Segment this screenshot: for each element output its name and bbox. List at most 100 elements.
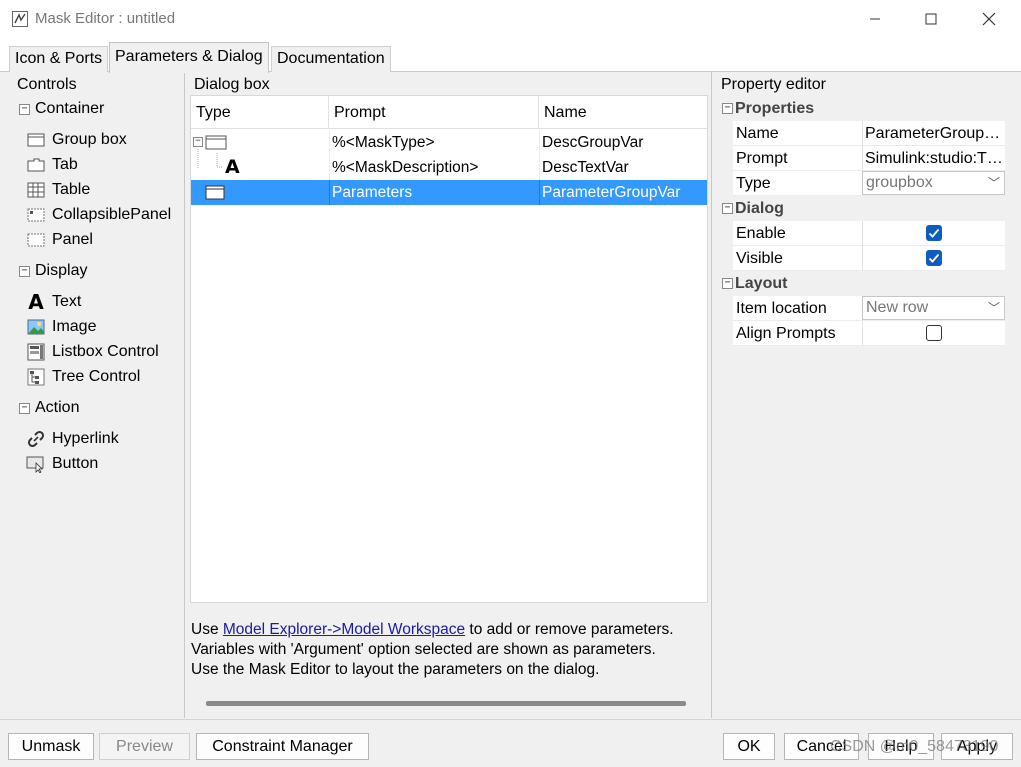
- info-line-2: Variables with 'Argument' option selecte…: [191, 641, 656, 658]
- control-group-box[interactable]: Group box: [26, 127, 127, 152]
- tab-documentation[interactable]: Documentation: [271, 46, 391, 72]
- minimize-button[interactable]: [846, 0, 904, 38]
- property-row-item-location: Item location New row ﹀: [733, 296, 1005, 321]
- tab-parameters-and-dialog[interactable]: Parameters & Dialog: [109, 42, 269, 73]
- control-button[interactable]: Button: [26, 451, 98, 476]
- listbox-icon: [26, 342, 46, 362]
- tab-strip: Icon & Ports Parameters & Dialog Documen…: [0, 38, 1021, 73]
- column-header-type[interactable]: Type: [191, 96, 329, 129]
- control-label: Image: [52, 317, 97, 335]
- hyperlink-icon: [26, 429, 46, 449]
- visible-checkbox-cell: [862, 246, 1005, 271]
- title-bar: Mask Editor : untitled: [0, 0, 1021, 38]
- control-label: Listbox Control: [52, 342, 159, 360]
- dialog-box-title: Dialog box: [194, 76, 270, 93]
- info-line-1-suffix: to add or remove parameters.: [465, 621, 674, 638]
- collapse-display-toggle[interactable]: −: [19, 266, 30, 277]
- collapse-action-toggle[interactable]: −: [19, 403, 30, 414]
- row-prompt: %<MaskDescription>: [329, 155, 539, 180]
- groupbox-icon: [205, 185, 227, 205]
- control-tab[interactable]: Tab: [26, 152, 78, 177]
- property-row-enable: Enable: [733, 221, 1005, 246]
- preview-button[interactable]: Preview: [99, 733, 190, 760]
- control-hyperlink[interactable]: Hyperlink: [26, 426, 119, 451]
- property-prompt-value[interactable]: Simulink:studio:T…: [862, 146, 1005, 171]
- control-image[interactable]: Image: [26, 314, 96, 339]
- property-row-align-prompts: Align Prompts: [733, 321, 1005, 346]
- control-label: Table: [52, 180, 91, 198]
- unmask-button[interactable]: Unmask: [8, 733, 94, 760]
- control-panel[interactable]: Panel: [26, 227, 93, 252]
- tree-icon: [26, 367, 46, 387]
- align-prompts-checkbox-cell: [862, 321, 1005, 346]
- image-icon: [26, 317, 46, 337]
- collapse-layout-toggle[interactable]: −: [722, 278, 733, 289]
- table-icon: [26, 180, 46, 200]
- control-tree[interactable]: Tree Control: [26, 364, 140, 389]
- ok-button[interactable]: OK: [723, 733, 775, 760]
- info-line-3: Use the Mask Editor to layout the parame…: [191, 661, 600, 678]
- control-text[interactable]: A Text: [26, 289, 81, 314]
- control-table[interactable]: Table: [26, 177, 90, 202]
- collapse-dialog-toggle[interactable]: −: [722, 203, 733, 214]
- collapse-row-toggle[interactable]: −: [193, 137, 203, 147]
- align-prompts-checkbox[interactable]: [926, 325, 942, 341]
- column-header-name[interactable]: Name: [539, 96, 707, 129]
- property-visible-label: Visible: [736, 250, 783, 267]
- type-dropdown-value: groupbox: [866, 174, 933, 191]
- property-editor-title: Property editor: [721, 76, 826, 93]
- visible-checkbox[interactable]: [926, 250, 942, 266]
- property-enable-label: Enable: [736, 225, 786, 242]
- groupbox-icon: [26, 130, 46, 150]
- property-name-value[interactable]: ParameterGroup…: [862, 121, 1005, 146]
- info-line-1: Use Model Explorer->Model Workspace to a…: [191, 620, 709, 640]
- model-workspace-link[interactable]: Model Explorer->Model Workspace: [223, 621, 465, 638]
- tab-icon-and-ports[interactable]: Icon & Ports: [9, 46, 109, 72]
- control-listbox[interactable]: Listbox Control: [26, 339, 159, 364]
- control-label: Group box: [52, 130, 127, 148]
- text-icon: A: [225, 156, 240, 178]
- constraint-manager-button[interactable]: Constraint Manager: [196, 733, 369, 760]
- control-label: Panel: [52, 230, 93, 248]
- table-row-selected[interactable]: Parameters ParameterGroupVar: [191, 180, 707, 205]
- dialog-table: Type Prompt Name − %<MaskType> DescGroup…: [190, 95, 708, 603]
- column-header-prompt[interactable]: Prompt: [329, 96, 539, 129]
- controls-title: Controls: [17, 76, 77, 93]
- property-name-label: Name: [736, 125, 779, 142]
- info-line-1-prefix: Use: [191, 621, 223, 638]
- item-location-dropdown[interactable]: New row ﹀: [862, 296, 1005, 320]
- tab-icon: [26, 155, 46, 175]
- item-location-value: New row: [866, 299, 929, 316]
- collapsible-panel-icon: [26, 205, 46, 225]
- enable-checkbox-cell: [862, 221, 1005, 246]
- chevron-down-icon: ﹀: [987, 301, 1000, 315]
- layout-group-label: Layout: [735, 275, 788, 292]
- collapse-container-toggle[interactable]: −: [19, 104, 30, 115]
- horizontal-scrollbar[interactable]: [190, 696, 708, 710]
- control-collapsible-panel[interactable]: CollapsiblePanel: [26, 202, 171, 227]
- action-group-label: Action: [35, 399, 80, 416]
- row-name: DescGroupVar: [539, 130, 707, 155]
- property-prompt-label: Prompt: [736, 150, 788, 167]
- table-row[interactable]: A %<MaskDescription> DescTextVar: [191, 149, 707, 180]
- table-row[interactable]: − %<MaskType> DescGroupVar: [191, 130, 707, 155]
- chevron-down-icon: ﹀: [987, 176, 1000, 190]
- controls-panel: Controls − Container Group box Tab Table…: [9, 72, 185, 718]
- maximize-button[interactable]: [902, 0, 960, 38]
- scrollbar-thumb[interactable]: [206, 701, 686, 706]
- collapse-properties-toggle[interactable]: −: [722, 103, 733, 114]
- property-row-type: Type groupbox ﹀: [733, 171, 1005, 196]
- window-title: Mask Editor : untitled: [35, 10, 176, 27]
- control-label: CollapsiblePanel: [52, 205, 172, 223]
- text-icon: A: [28, 289, 44, 314]
- mask-editor-app-icon: [12, 11, 28, 27]
- properties-group-label: Properties: [735, 100, 815, 117]
- property-type-label: Type: [736, 175, 771, 192]
- enable-checkbox[interactable]: [926, 225, 942, 241]
- row-prompt: %<MaskType>: [329, 130, 539, 155]
- checkmark-icon: [928, 228, 940, 238]
- button-icon: [26, 454, 46, 474]
- type-dropdown[interactable]: groupbox ﹀: [862, 171, 1005, 195]
- control-label: Tab: [52, 155, 78, 173]
- close-button[interactable]: [960, 0, 1018, 38]
